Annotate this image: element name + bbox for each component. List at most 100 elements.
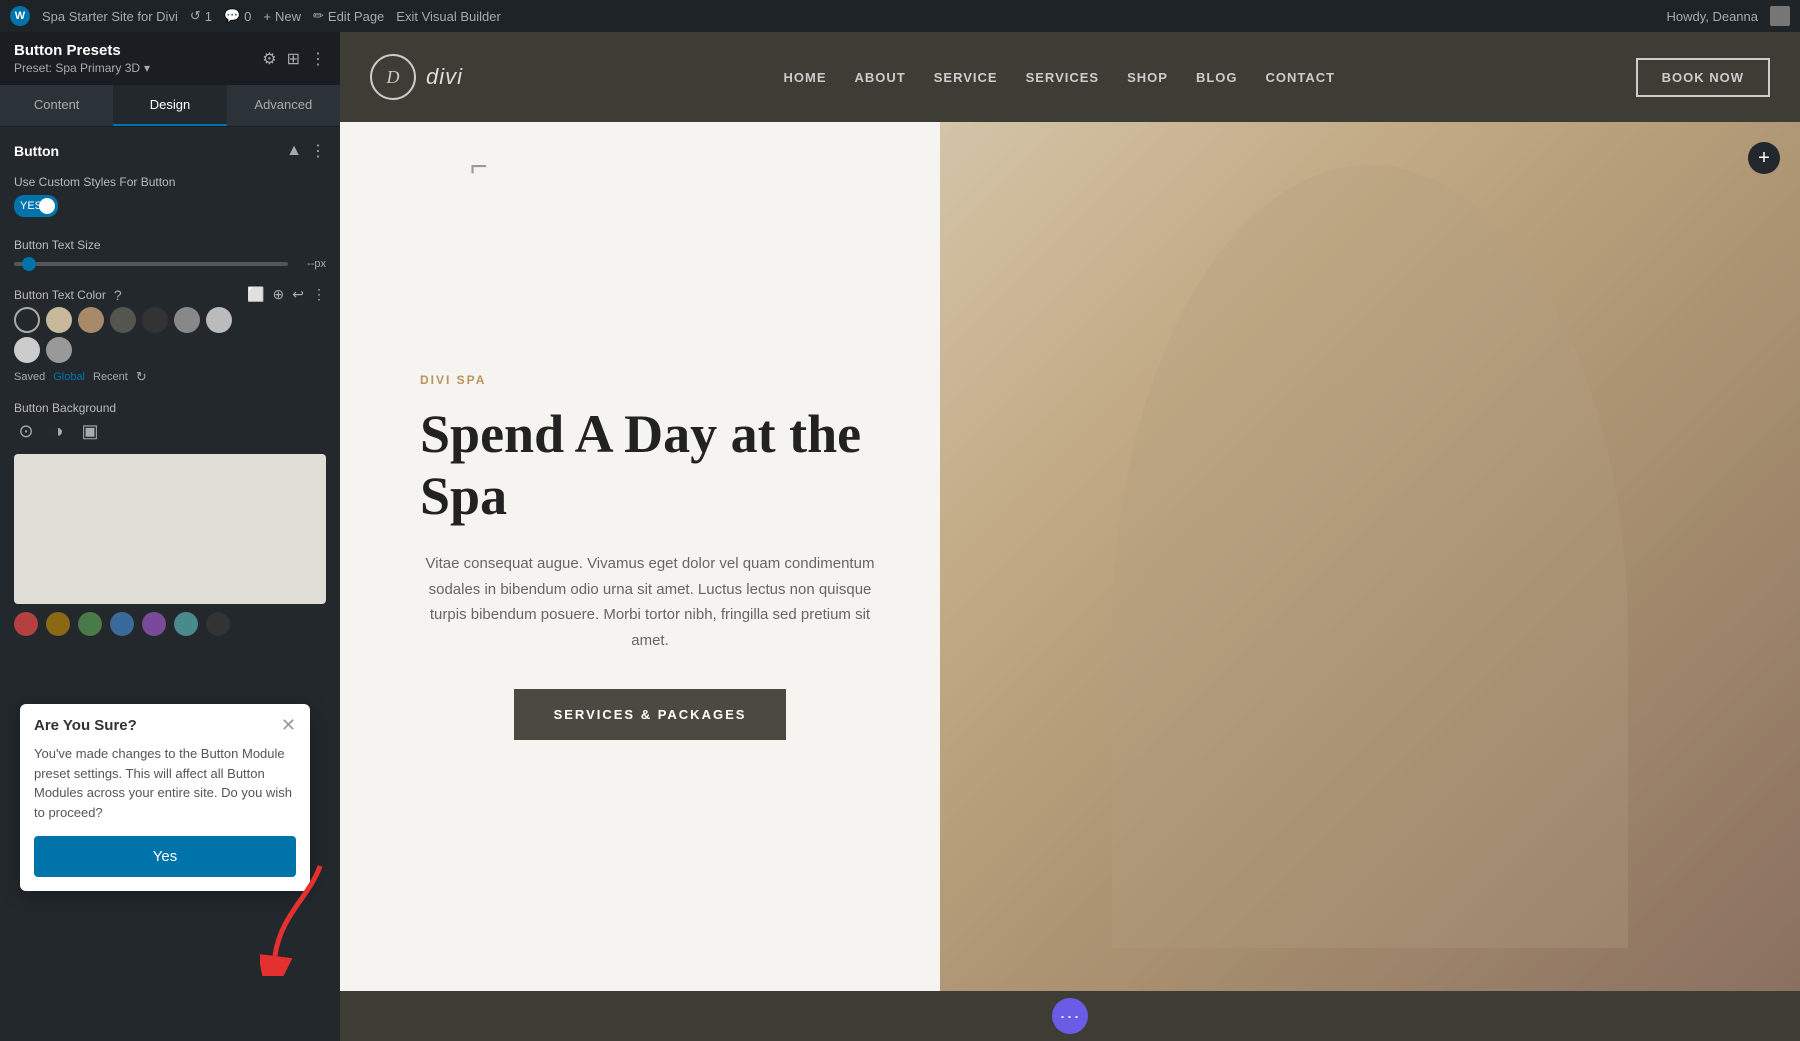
settings-icon[interactable]: ⚙ <box>262 49 276 69</box>
color-swatches-row <box>14 307 326 333</box>
custom-styles-label: Use Custom Styles For Button <box>14 175 326 189</box>
hero-cta-button[interactable]: SERVICES & PACKAGES <box>514 689 787 740</box>
toggle-yes-label: YES <box>14 200 42 212</box>
hero-title: Spend A Day at the Spa <box>420 403 880 527</box>
logo-circle: D <box>370 54 416 100</box>
hero-right: + <box>940 122 1800 991</box>
color-swatch-1[interactable] <box>46 307 72 333</box>
site-nav: HOME ABOUT SERVICE SERVICES SHOP BLOG CO… <box>523 70 1596 85</box>
hero-left: ⌐ DIVI SPA Spend A Day at the Spa Vitae … <box>340 122 940 991</box>
divi-options-button[interactable]: ··· <box>1052 998 1088 1034</box>
hero-section: ⌐ DIVI SPA Spend A Day at the Spa Vitae … <box>340 122 1800 991</box>
color-swatch-2[interactable] <box>78 307 104 333</box>
nav-blog[interactable]: BLOG <box>1196 70 1238 85</box>
color-swatch-4[interactable] <box>142 307 168 333</box>
button-preview-box <box>14 454 326 604</box>
color-dot-green[interactable] <box>78 612 102 636</box>
edit-page-link[interactable]: ✏ Edit Page <box>313 8 384 24</box>
collapse-icon[interactable]: ▲ <box>286 142 302 160</box>
tab-design[interactable]: Design <box>113 85 226 126</box>
confirm-yes-button[interactable]: Yes <box>34 836 296 877</box>
columns-icon[interactable]: ⊞ <box>287 49 300 69</box>
chevron-down-icon[interactable]: ▾ <box>144 61 150 75</box>
nav-shop[interactable]: SHOP <box>1127 70 1168 85</box>
color-swatch-transparent[interactable] <box>14 307 40 333</box>
text-size-slider-track[interactable] <box>14 262 288 266</box>
refresh-icon[interactable]: ↻ <box>136 369 147 385</box>
color-swatches-row2 <box>14 337 326 363</box>
custom-styles-toggle[interactable]: YES <box>14 195 58 217</box>
nav-services[interactable]: SERVICES <box>1026 70 1100 85</box>
section-more-icon[interactable]: ⋮ <box>310 141 326 161</box>
more-colors-icon[interactable]: ⋮ <box>312 286 326 303</box>
color-swatch-row2-2[interactable] <box>46 337 72 363</box>
help-icon[interactable]: ? <box>114 287 122 303</box>
add-content-button[interactable]: + <box>1748 142 1780 174</box>
comments-link[interactable]: 💬 0 <box>224 8 251 24</box>
color-actions-row: Button Text Color ? ⬜ ⊕ ↩ ⋮ <box>14 286 326 303</box>
wp-logo-icon[interactable]: W <box>10 6 30 26</box>
panel-tabs: Content Design Advanced <box>0 85 340 127</box>
site-logo: D divi <box>370 54 463 100</box>
bottom-bar: ··· <box>340 991 1800 1041</box>
color-dot-gold[interactable] <box>46 612 70 636</box>
panel-content: Button ▲ ⋮ Use Custom Styles For Button … <box>0 127 340 1041</box>
book-now-button[interactable]: BOOK NOW <box>1636 58 1770 97</box>
recent-tab[interactable]: Recent <box>93 371 128 383</box>
color-dot-dark[interactable] <box>206 612 230 636</box>
nav-service[interactable]: SERVICE <box>934 70 998 85</box>
text-size-field: Button Text Size --px <box>14 238 326 270</box>
hero-bracket-decoration: ⌐ <box>470 152 488 182</box>
reset-icon[interactable]: ↩ <box>292 286 304 303</box>
panel-title: Button Presets <box>14 42 150 59</box>
color-swatch-3[interactable] <box>110 307 136 333</box>
bg-gradient-icon[interactable]: ◑ <box>46 421 70 442</box>
text-size-label: Button Text Size <box>14 238 326 252</box>
text-color-field: Button Text Color ? ⬜ ⊕ ↩ ⋮ <box>14 286 326 385</box>
text-size-slider-row: --px <box>14 258 326 270</box>
color-swatch-5[interactable] <box>174 307 200 333</box>
revision-link[interactable]: ↺ 1 <box>190 8 212 24</box>
tab-content[interactable]: Content <box>0 85 113 126</box>
wordpress-admin-bar: W Spa Starter Site for Divi ↺ 1 💬 0 + Ne… <box>0 0 1800 32</box>
site-name-link[interactable]: Spa Starter Site for Divi <box>42 9 178 24</box>
panel-header: Button Presets Preset: Spa Primary 3D ▾ … <box>0 32 340 85</box>
panel-subtitle: Preset: Spa Primary 3D ▾ <box>14 61 150 75</box>
bg-image-icon[interactable]: ▣ <box>78 421 102 442</box>
bg-field-group: Button Background ⊙ ◑ ▣ <box>14 401 326 442</box>
bg-icons-row: ⊙ ◑ ▣ <box>14 421 326 442</box>
main-layout: Button Presets Preset: Spa Primary 3D ▾ … <box>0 32 1800 1041</box>
color-dot-red[interactable] <box>14 612 38 636</box>
button-section-title: Button <box>14 143 59 159</box>
user-avatar[interactable] <box>1770 6 1790 26</box>
new-link[interactable]: + New <box>263 9 301 24</box>
nav-contact[interactable]: CONTACT <box>1266 70 1336 85</box>
color-swatch-6[interactable] <box>206 307 232 333</box>
panel-title-group: Button Presets Preset: Spa Primary 3D ▾ <box>14 42 150 75</box>
saved-tab[interactable]: Saved <box>14 371 45 383</box>
right-content: D divi HOME ABOUT SERVICE SERVICES SHOP … <box>340 32 1800 1041</box>
exit-visual-builder-link[interactable]: Exit Visual Builder <box>396 9 501 24</box>
howdy-text: Howdy, Deanna <box>1666 9 1758 24</box>
confirm-close-icon[interactable]: ✕ <box>281 716 296 734</box>
global-tab[interactable]: Global <box>53 371 85 383</box>
confirm-dialog-header: Are You Sure? ✕ <box>20 704 310 740</box>
logo-letter: D <box>387 67 400 88</box>
color-swatch-row2-1[interactable] <box>14 337 40 363</box>
nav-about[interactable]: ABOUT <box>855 70 906 85</box>
bg-color-icon[interactable]: ⊙ <box>14 421 38 442</box>
nav-home[interactable]: HOME <box>784 70 827 85</box>
custom-styles-field: Use Custom Styles For Button YES <box>14 175 326 222</box>
border-icon[interactable]: ⬜ <box>247 286 264 303</box>
text-size-value: --px <box>296 258 326 270</box>
color-dot-blue[interactable] <box>110 612 134 636</box>
text-color-label: Button Text Color <box>14 288 106 302</box>
color-dot-teal[interactable] <box>174 612 198 636</box>
section-controls: ▲ ⋮ <box>286 141 326 161</box>
more-options-icon[interactable]: ⋮ <box>310 49 326 69</box>
text-size-slider-thumb[interactable] <box>22 257 36 271</box>
color-dot-purple[interactable] <box>142 612 166 636</box>
confirm-dialog: Are You Sure? ✕ You've made changes to t… <box>20 704 310 891</box>
pin-icon[interactable]: ⊕ <box>273 286 285 303</box>
tab-advanced[interactable]: Advanced <box>227 85 340 126</box>
